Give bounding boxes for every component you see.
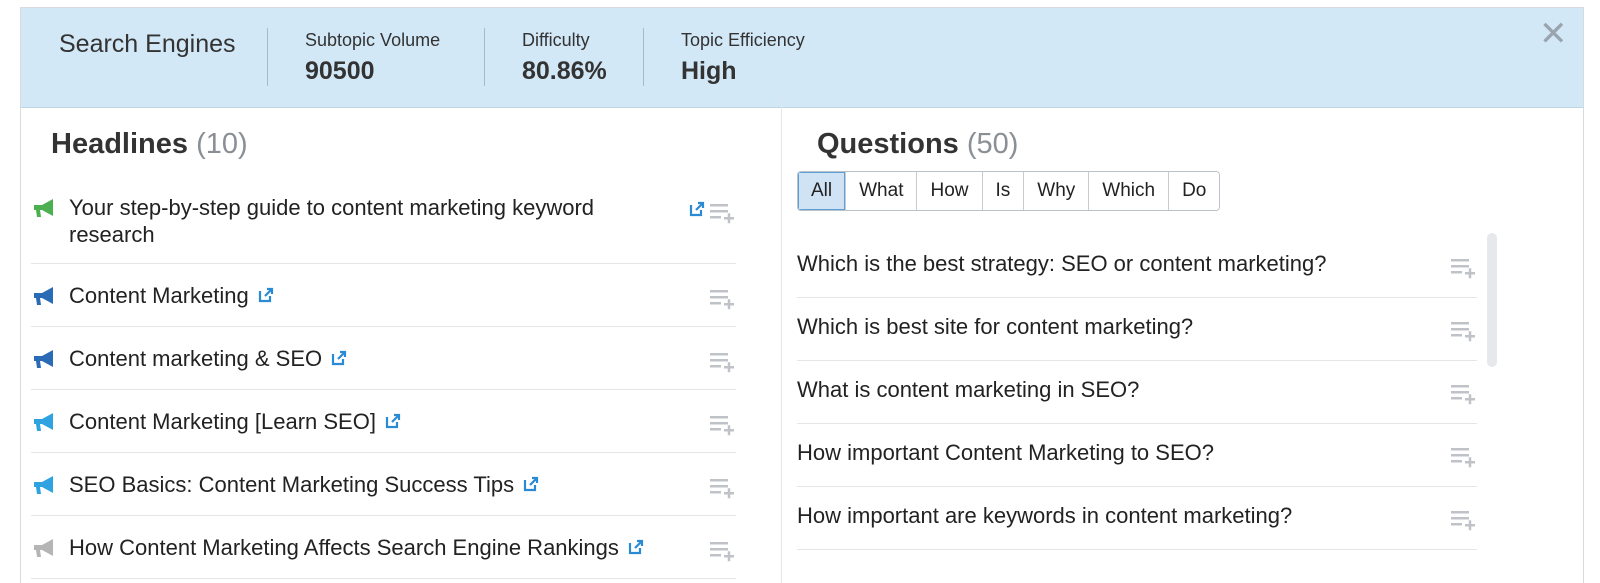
metric-label: Topic Efficiency [681,30,805,50]
divider [484,28,485,86]
questions-scrollbar[interactable] [1487,233,1497,367]
metric-value: 80.86% [522,57,607,85]
external-link-icon[interactable] [688,200,706,218]
questions-count: (50) [966,128,1019,160]
headlines-title-text: Headlines [51,128,188,160]
question-item: What is content marketing in SEO? [797,361,1477,424]
headline-item: Content marketing & SEO [31,327,736,390]
add-to-list-icon[interactable] [1451,446,1477,468]
external-link-icon[interactable] [627,538,645,556]
question-text[interactable]: Which is best site for content marketing… [797,314,1193,340]
headline-item: SEO Basics: Content Marketing Success Ti… [31,453,736,516]
question-text[interactable]: How important are keywords in content ma… [797,503,1292,529]
headlines-count: (10) [196,128,248,160]
filter-tab-do[interactable]: Do [1169,172,1220,210]
metric-subtopic-volume: Subtopic Volume 90500 [305,30,440,86]
headline-label: Your step-by-step guide to content marke… [69,195,595,247]
add-to-list-icon[interactable] [710,540,736,562]
headline-item: Content Marketing [Learn SEO] [31,390,736,453]
question-text[interactable]: Which is the best strategy: SEO or conte… [797,251,1326,277]
add-to-list-icon[interactable] [1451,383,1477,405]
megaphone-icon [34,539,53,557]
question-item: Which is the best strategy: SEO or conte… [797,235,1477,298]
headline-item: Your step-by-step guide to content marke… [31,178,736,264]
metric-value: 90500 [305,57,375,85]
filter-tab-which[interactable]: Which [1089,172,1170,210]
headlines-list: Your step-by-step guide to content marke… [31,178,736,579]
questions-list: Which is the best strategy: SEO or conte… [797,235,1477,550]
megaphone-icon [34,287,53,305]
headline-label: Content Marketing [69,283,249,308]
add-to-list-icon[interactable] [710,351,736,373]
question-item: How important Content Marketing to SEO? [797,424,1477,487]
question-text[interactable]: How important Content Marketing to SEO? [797,440,1214,466]
headline-text[interactable]: SEO Basics: Content Marketing Success Ti… [69,471,736,498]
headline-text[interactable]: How Content Marketing Affects Search Eng… [69,534,736,561]
metric-difficulty: Difficulty 80.86% [522,30,607,86]
headline-text[interactable]: Content marketing & SEO [69,345,736,372]
headline-item: How Content Marketing Affects Search Eng… [31,516,736,579]
add-to-list-icon[interactable] [710,202,736,224]
megaphone-icon [34,350,53,368]
metric-label: Subtopic Volume [305,30,441,50]
megaphone-icon [34,413,53,431]
external-link-icon[interactable] [330,349,348,367]
divider [643,28,644,86]
add-to-list-icon[interactable] [1451,320,1477,342]
headline-text[interactable]: Content Marketing [Learn SEO] [69,408,736,435]
filter-tab-how[interactable]: How [917,172,983,210]
question-item: Which is best site for content marketing… [797,298,1477,361]
headline-label: Content marketing & SEO [69,346,323,371]
external-link-icon[interactable] [384,412,402,430]
megaphone-icon [34,199,53,217]
external-link-icon[interactable] [522,475,540,493]
topic-title: Search Engines [59,30,236,58]
metric-value: High [681,57,737,85]
add-to-list-icon[interactable] [710,414,736,436]
megaphone-icon [34,476,53,494]
questions-title: Questions (50) [817,128,1018,161]
question-text[interactable]: What is content marketing in SEO? [797,377,1139,403]
headline-label: Content Marketing [Learn SEO] [69,409,376,434]
add-to-list-icon[interactable] [710,288,736,310]
add-to-list-icon[interactable] [1451,509,1477,531]
headline-label: SEO Basics: Content Marketing Success Ti… [69,472,515,497]
filter-tab-all[interactable]: All [798,172,847,210]
external-link-icon[interactable] [257,286,275,304]
column-divider [781,100,782,583]
add-to-list-icon[interactable] [710,477,736,499]
headlines-title: Headlines (10) [51,128,248,161]
filter-tab-what[interactable]: What [846,172,918,210]
topic-header: Search Engines Subtopic Volume 90500 Dif… [21,8,1583,108]
close-icon[interactable]: ✕ [1539,17,1568,51]
add-to-list-icon[interactable] [1451,257,1477,279]
headline-text[interactable]: Your step-by-step guide to content marke… [69,194,736,248]
headline-label: How Content Marketing Affects Search Eng… [69,535,619,560]
metric-label: Difficulty [522,30,590,50]
filter-tab-is[interactable]: Is [982,172,1025,210]
question-filter-tabs: All What How Is Why Which Do [797,171,1221,211]
filter-tab-why[interactable]: Why [1024,172,1090,210]
divider [267,28,268,86]
metric-topic-efficiency: Topic Efficiency High [681,30,805,86]
questions-title-text: Questions [817,128,959,160]
question-item: How important are keywords in content ma… [797,487,1477,550]
headline-text[interactable]: Content Marketing [69,282,736,309]
headline-item: Content Marketing [31,264,736,327]
